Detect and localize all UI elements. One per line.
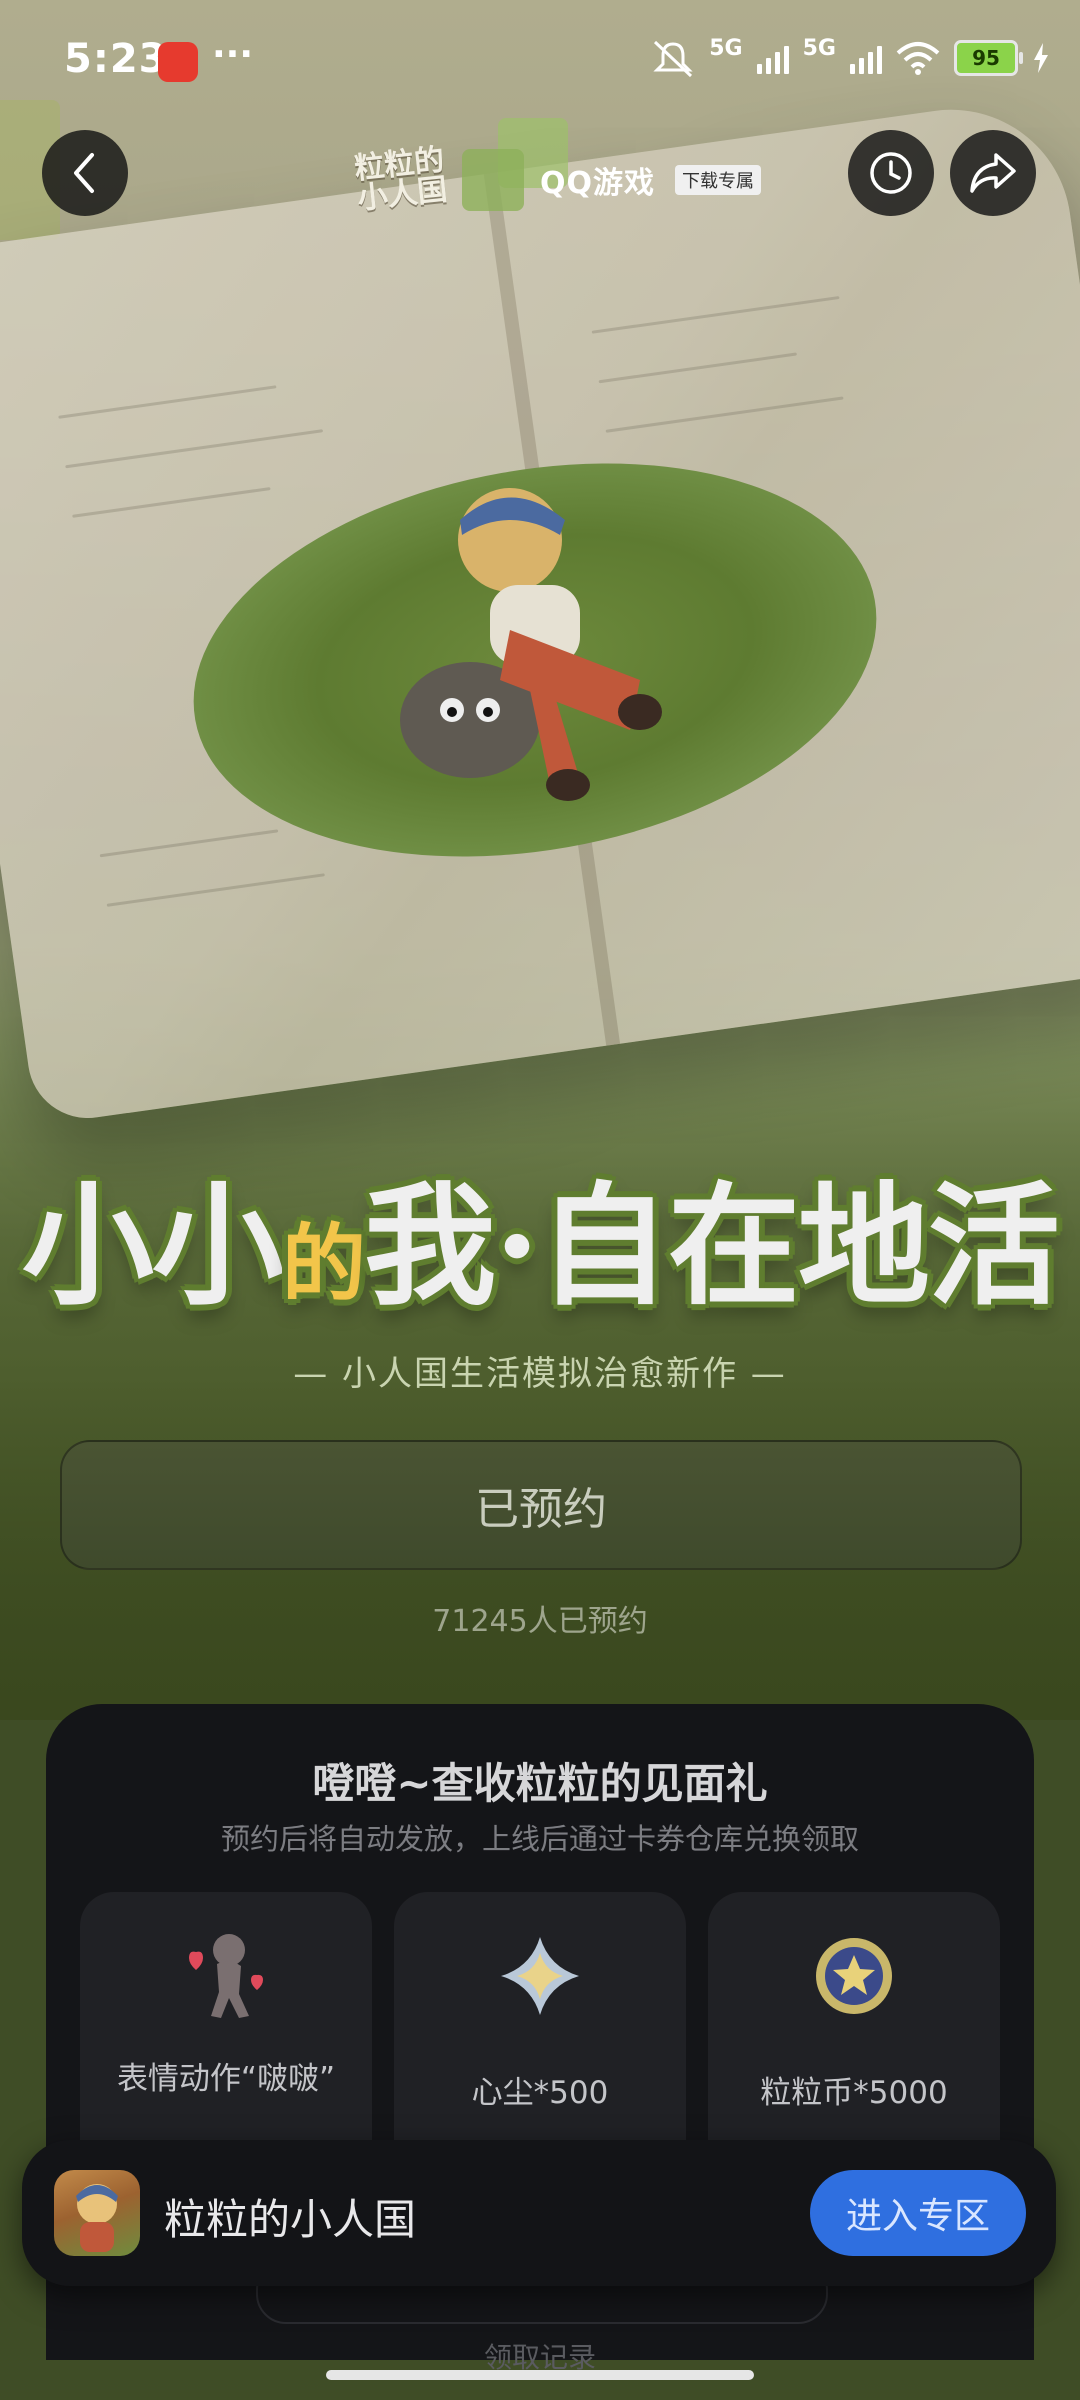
platform-logo: QQ游戏: [540, 166, 656, 201]
coin-icon: [804, 1926, 904, 2026]
download-exclusive-tag: 下载专属: [675, 165, 762, 195]
chevron-left-icon: [74, 153, 94, 193]
game-slogan: 小小的我·自在地活: [0, 1140, 1080, 1331]
enter-zone-button[interactable]: 进入专区: [810, 2170, 1026, 2256]
slogan-text: 我·自在地活: [364, 1169, 1060, 1324]
network-type-label: 5G: [802, 35, 836, 61]
reserved-button[interactable]: 已预约: [60, 1440, 1022, 1570]
home-indicator[interactable]: [326, 2370, 754, 2380]
gift-subtitle: 预约后将自动发放，上线后通过卡券仓库兑换领取: [220, 1822, 859, 1856]
notification-app-icon: [158, 42, 198, 82]
signal-icon: [756, 42, 789, 74]
status-icons: 5G 5G 95: [651, 35, 1050, 78]
game-entry-bar: 粒粒的小人国 进入专区: [22, 2140, 1056, 2286]
wifi-icon: [896, 42, 940, 75]
reservation-count: 71245人已预约: [432, 1604, 648, 1639]
network-type-label: 5G: [709, 35, 743, 61]
more-notifications-indicator: ···: [212, 34, 254, 75]
game-name: 粒粒的小人国: [164, 2195, 417, 2244]
clock: 5:23: [64, 36, 168, 82]
mute-icon: [653, 40, 693, 78]
header-logos: 粒粒的 小人国 QQ游戏 下载专属: [352, 140, 762, 220]
game-subtitle: — 小人国生活模拟治愈新作 —: [293, 1354, 787, 1394]
character-illustration: [400, 488, 662, 801]
share-arrow-icon: [970, 153, 1016, 193]
battery-icon: 95: [954, 40, 1023, 76]
clock-icon: [870, 152, 912, 194]
charging-bolt-icon: [1034, 43, 1048, 73]
slogan-text: 小小: [22, 1169, 284, 1324]
signal-icon: [850, 42, 882, 74]
status-bar: 5:23 ··· 5G 5G 95: [0, 0, 1080, 120]
history-button[interactable]: [848, 130, 934, 216]
heart-dust-crystal-icon: [490, 1926, 590, 2026]
game-app-icon[interactable]: [54, 2170, 140, 2256]
game-logo: 粒粒的 小人国: [352, 142, 450, 217]
gift-label: 表情动作“啵啵”: [116, 2061, 336, 2097]
gift-label: 粒粒币*5000: [760, 2075, 948, 2111]
logo-cube-decoration: [462, 149, 524, 211]
slogan-highlight: 的: [282, 1214, 366, 1313]
back-button[interactable]: [42, 130, 128, 216]
emote-figure-icon: [176, 1926, 276, 2026]
share-button[interactable]: [950, 130, 1036, 216]
gift-label: 心尘*500: [471, 2075, 609, 2111]
gift-title: 噔噔~查收粒粒的见面礼: [312, 1759, 768, 1808]
